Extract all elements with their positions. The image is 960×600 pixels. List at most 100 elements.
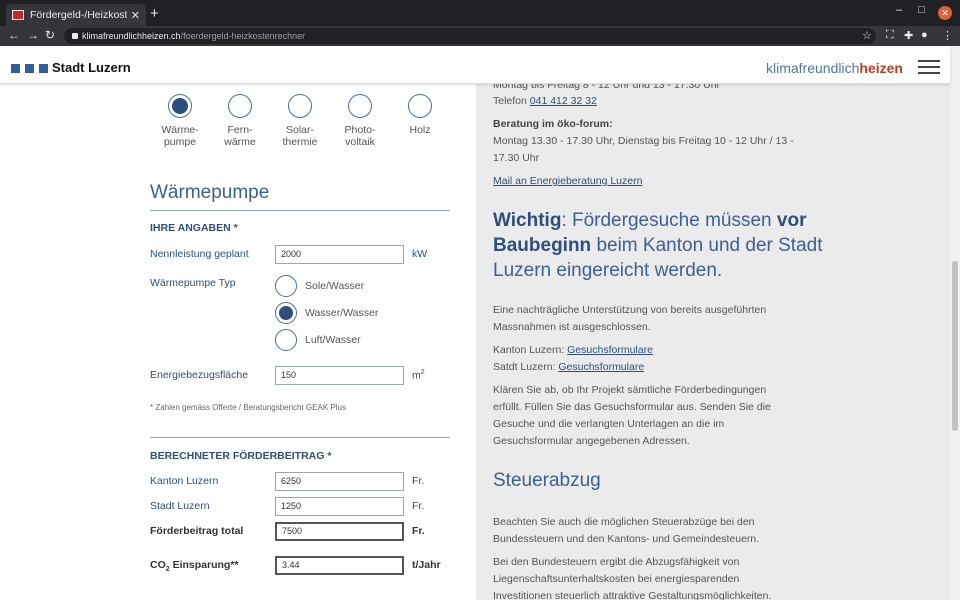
scrollbar-thumb[interactable] <box>952 261 958 431</box>
logo-square-icon <box>25 64 34 73</box>
type-label: Fern- wärme <box>224 124 256 148</box>
logo-square-icon <box>39 64 48 73</box>
phone-line: Telefon 041 412 32 32 <box>493 93 597 110</box>
new-tab-icon[interactable]: + <box>150 5 159 22</box>
radio-icon <box>275 275 297 297</box>
typ-label: Wärmepumpe Typ <box>150 277 236 289</box>
maximize-icon[interactable]: □ <box>918 4 925 16</box>
co2-unit: t/Jahr <box>412 559 441 571</box>
type-option-holz[interactable]: Holz <box>390 94 450 136</box>
phone-link[interactable]: 041 412 32 32 <box>530 95 597 107</box>
p3-line-1: Beachten Sie auch die möglichen Steuerab… <box>493 516 755 528</box>
radio-icon <box>408 94 432 118</box>
browser-tab[interactable]: Fördergeld-/Heizkostenrechner ✕ <box>6 4 146 26</box>
mail-link[interactable]: Mail an Energieberatung Luzern <box>493 173 642 190</box>
divider <box>150 437 450 438</box>
ebf-unit-base: m <box>412 369 421 382</box>
p2-line-4: Gesuchsformular angegebenen Adressen. <box>493 435 690 447</box>
site-logo[interactable]: klimafreundlichheizen <box>766 60 903 76</box>
stadt-gesuchsformulare-link[interactable]: Gesuchsformulare <box>558 361 644 373</box>
window-close-icon[interactable]: ✕ <box>938 6 952 20</box>
ebf-input[interactable]: 150 <box>275 366 404 385</box>
p2-line-2: erfüllt. Füllen Sie das Gesuchsformular … <box>493 401 771 413</box>
tab-close-icon[interactable]: ✕ <box>131 9 140 22</box>
radio-icon <box>288 94 312 118</box>
total-label: Förderbeitrag total <box>150 525 244 537</box>
p4-line-2: Liegenschaftsunterhaltskosten bei energi… <box>493 573 740 585</box>
typ-option-luft-wasser[interactable]: Luft/Wasser <box>275 329 361 351</box>
site-logo-bold: heizen <box>859 60 903 76</box>
p3-line-2: Bundessteuern und den Kantons- und Gemei… <box>493 533 760 545</box>
form-title: Wärmepumpe <box>150 182 270 203</box>
screenshot-icon[interactable]: ⛶ <box>886 29 894 42</box>
inputs-section-heading: IHRE ANGABEN * <box>150 222 238 234</box>
steuerabzug-title: Steuerabzug <box>493 470 601 491</box>
currency-label: Fr. <box>412 500 425 512</box>
site-header: Stadt Luzern klimafreundlichheizen <box>0 46 950 84</box>
brand-name[interactable]: Stadt Luzern <box>52 60 131 75</box>
address-bar[interactable]: klimafreundlichheizen.ch/foerdergeld-hei… <box>64 28 876 44</box>
result-section-heading: BERECHNETER FÖRDERBEITRAG * <box>150 450 332 462</box>
type-option-fernwaerme[interactable]: Fern- wärme <box>210 94 270 148</box>
kanton-value: 6250 <box>275 472 404 491</box>
wichtig-notice: Wichtig: Fördergesuche müssen vor Baubeg… <box>493 208 823 283</box>
radio-icon <box>348 94 372 118</box>
profile-icon[interactable]: ● <box>921 29 928 41</box>
wichtig-strong: Wichtig <box>493 210 562 231</box>
page: Montag bis Freitag 8 - 12 Uhr und 13 - 1… <box>0 46 960 600</box>
lock-icon <box>72 33 78 39</box>
stadt-label: Satdt Luzern: <box>493 361 559 373</box>
minimize-icon[interactable]: – <box>896 4 902 16</box>
divider <box>150 210 450 211</box>
p2-line-1: Klären Sie ab, ob Ihr Projekt sämtliche … <box>493 384 767 396</box>
logo-square-icon <box>11 64 20 73</box>
p1-line-2: Massnahmen ist ausgeschlossen. <box>493 321 651 333</box>
type-label: Solar- thermie <box>282 124 318 148</box>
stadt-label: Stadt Luzern <box>150 500 210 512</box>
option-label: Wasser/Wasser <box>305 307 379 319</box>
type-label: Wärme- pumpe <box>161 124 199 148</box>
option-label: Sole/Wasser <box>305 280 365 292</box>
url-host: klimafreundlichheizen.ch <box>82 31 181 41</box>
co2-label-pre: CO <box>150 559 166 571</box>
menu-dots-icon[interactable]: ⋮ <box>942 29 953 42</box>
total-value: 7500 <box>275 522 404 541</box>
co2-label-post: Einsparung** <box>169 559 239 571</box>
oekoforum-title: Beratung im öko-forum: <box>493 118 613 130</box>
ebf-unit: m2 <box>412 369 425 382</box>
back-icon[interactable]: ← <box>8 28 20 42</box>
reload-icon[interactable]: ↻ <box>45 28 55 42</box>
ebf-label: Energiebezugsfläche <box>150 369 249 381</box>
footnote: * Zahlen gemäss Offerte / Beratungsberic… <box>150 403 346 412</box>
browser-toolbar: ← → ↻ klimafreundlichheizen.ch/foerderge… <box>0 26 960 46</box>
co2-label: CO2 Einsparung** <box>150 559 239 573</box>
type-option-waermepumpe[interactable]: Wärme- pumpe <box>150 94 210 148</box>
kanton-label: Kanton Luzern: <box>493 344 568 356</box>
radio-selected-icon <box>275 302 297 324</box>
favicon-icon <box>12 10 24 20</box>
phone-label: Telefon <box>493 95 530 107</box>
url-path: /foerdergeld-heizkostenrechner <box>180 31 306 41</box>
type-label: Holz <box>409 124 431 136</box>
extensions-icon[interactable]: ✚ <box>904 29 913 42</box>
p4-line-1: Bei den Bundesteuern ergibt die Abzugsfä… <box>493 556 740 568</box>
oekoforum-hours-1: Montag 13.30 - 17.30 Uhr, Dienstag bis F… <box>493 135 794 147</box>
co2-value: 3.44 <box>275 556 404 575</box>
browser-tab-bar: Fördergeld-/Heizkostenrechner ✕ + – □ ✕ <box>0 0 960 26</box>
typ-option-wasser-wasser[interactable]: Wasser/Wasser <box>275 302 378 324</box>
nennleistung-input[interactable]: 2000 <box>275 245 404 264</box>
type-option-photovoltaik[interactable]: Photo- voltaik <box>330 94 390 148</box>
wichtig-text-1: : Fördergesuche müssen <box>561 210 777 231</box>
ebf-unit-sup: 2 <box>420 369 425 376</box>
typ-option-sole-wasser[interactable]: Sole/Wasser <box>275 275 364 297</box>
site-logo-pre: klimafreundlich <box>766 60 860 76</box>
kanton-formulare-line: Kanton Luzern: Gesuchsformulare <box>493 342 653 359</box>
kanton-label: Kanton Luzern <box>150 475 219 487</box>
kanton-gesuchsformulare-link[interactable]: Gesuchsformulare <box>567 344 653 356</box>
p1-line-1: Eine nachträgliche Unterstützung von ber… <box>493 304 767 316</box>
type-option-solarthermie[interactable]: Solar- thermie <box>270 94 330 148</box>
tab-title: Fördergeld-/Heizkostenrechner <box>30 9 127 21</box>
bookmark-star-icon[interactable]: ☆ <box>862 29 872 42</box>
hamburger-menu-icon[interactable] <box>918 60 940 74</box>
forward-icon[interactable]: → <box>27 28 39 42</box>
